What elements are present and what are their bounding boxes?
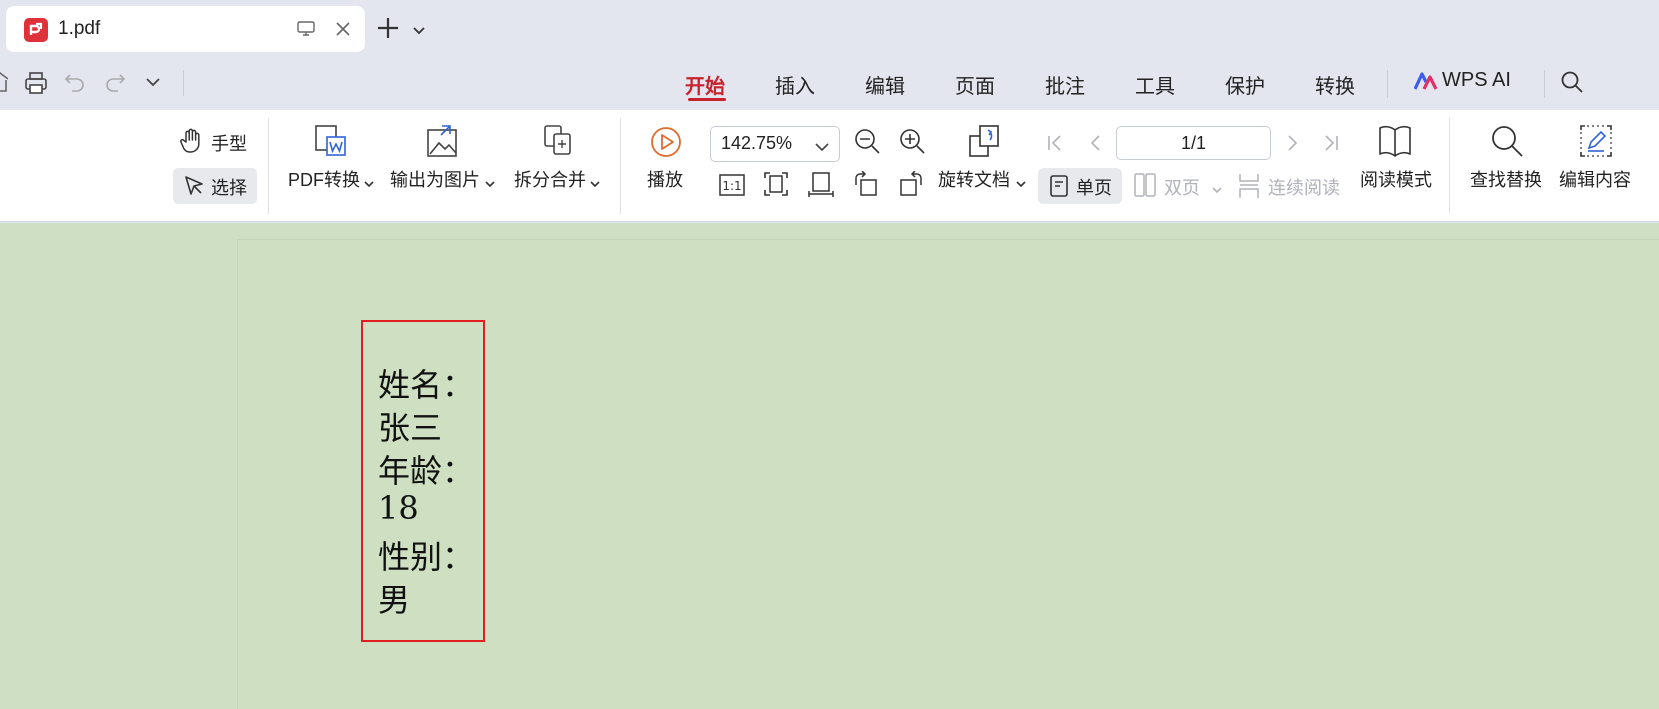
text-line: 18 <box>378 489 419 527</box>
fit-width-icon[interactable] <box>808 171 834 202</box>
text-block[interactable]: 姓名： 张三 年龄： 18 性别： 男 <box>361 320 485 642</box>
rotate-left-icon[interactable] <box>853 170 879 202</box>
previous-page-icon[interactable] <box>1088 134 1102 157</box>
page-number-value: 1/1 <box>1180 133 1207 153</box>
text-line: 年龄： <box>378 452 475 490</box>
new-tab-button[interactable] <box>376 16 400 45</box>
search-icon[interactable] <box>1560 70 1584 99</box>
monitor-icon[interactable] <box>297 21 315 42</box>
cursor-icon <box>183 175 205 202</box>
close-icon[interactable] <box>335 21 351 42</box>
play-icon <box>650 126 682 163</box>
menu-comment[interactable]: 批注 <box>1045 70 1085 99</box>
find-replace-label: 查找替换 <box>1470 170 1542 190</box>
menu-start[interactable]: 开始 <box>685 70 725 99</box>
chevron-down-icon <box>485 176 495 194</box>
wps-ai-icon <box>1413 71 1438 96</box>
text-line: 男 <box>378 581 411 619</box>
last-page-icon[interactable] <box>1322 134 1340 157</box>
edit-content-label: 编辑内容 <box>1559 170 1631 190</box>
chevron-down-icon <box>1016 176 1026 194</box>
single-page-button[interactable]: 单页 <box>1038 168 1122 204</box>
document-tab[interactable]: 1.pdf <box>6 6 365 52</box>
text-line: 姓名： <box>378 366 475 404</box>
text-line: 张三 <box>378 409 443 447</box>
divider <box>1544 70 1545 98</box>
double-page-label: 双页 <box>1164 178 1200 198</box>
single-page-label: 单页 <box>1076 178 1112 198</box>
actual-size-label: 1:1 <box>722 179 741 193</box>
zoom-in-icon[interactable] <box>898 127 926 160</box>
text-line: 性别： <box>378 538 475 576</box>
zoom-out-icon[interactable] <box>853 127 881 160</box>
rotate-document-label: 旋转文档 <box>938 170 1010 190</box>
double-page-icon <box>1134 173 1156 202</box>
menu-edit[interactable]: 编辑 <box>865 70 905 99</box>
divider <box>268 118 269 214</box>
chevron-down-icon[interactable] <box>145 76 161 94</box>
first-page-icon[interactable] <box>1046 134 1064 157</box>
continuous-reading-label: 连续阅读 <box>1268 178 1340 198</box>
next-page-icon[interactable] <box>1286 134 1300 157</box>
select-tool-button[interactable]: 选择 <box>173 168 257 204</box>
menu-insert[interactable]: 插入 <box>775 70 815 99</box>
menu-page[interactable]: 页面 <box>955 70 995 99</box>
divider <box>1387 70 1388 98</box>
chevron-down-icon <box>815 140 829 158</box>
divider <box>183 70 184 96</box>
menu-protect[interactable]: 保护 <box>1225 70 1265 99</box>
export-image-label: 输出为图片 <box>390 170 480 190</box>
split-merge-icon <box>542 124 574 163</box>
home-icon[interactable] <box>0 71 9 98</box>
undo-icon[interactable] <box>64 71 86 98</box>
hand-icon <box>180 128 204 159</box>
search-icon <box>1490 124 1524 163</box>
menu-row: 开始 插入 编辑 页面 批注 工具 保护 转换 WPS AI <box>0 58 1659 110</box>
play-label: 播放 <box>647 170 683 190</box>
pdf-file-icon <box>24 18 48 42</box>
actual-size-icon[interactable]: 1:1 <box>718 173 746 202</box>
print-icon[interactable] <box>24 71 48 100</box>
ribbon-toolbar: 手型 选择 PDF转换 输出为图片 拆分合并 播放 142.75% 1:1 旋转… <box>0 110 1659 222</box>
wps-ai-label: WPS AI <box>1442 69 1511 91</box>
chevron-down-icon <box>364 176 374 194</box>
single-page-icon <box>1048 175 1070 202</box>
image-export-icon <box>426 124 460 163</box>
hand-tool-label: 手型 <box>211 134 247 154</box>
divider <box>620 118 621 214</box>
chevron-down-icon <box>1212 182 1222 200</box>
continuous-reading-icon <box>1238 173 1260 204</box>
book-icon <box>1378 124 1412 163</box>
chevron-down-icon[interactable] <box>412 23 426 41</box>
edit-content-icon <box>1579 124 1613 163</box>
pdf-to-word-icon <box>314 124 348 163</box>
chevron-down-icon <box>590 176 600 194</box>
read-mode-label: 阅读模式 <box>1360 170 1432 190</box>
divider <box>1449 118 1450 214</box>
menu-convert[interactable]: 转换 <box>1315 70 1355 99</box>
menu-tools[interactable]: 工具 <box>1135 70 1175 99</box>
select-tool-label: 选择 <box>211 178 247 198</box>
zoom-select[interactable]: 142.75% <box>710 126 840 162</box>
rotate-document-icon <box>968 124 1002 163</box>
split-merge-label: 拆分合并 <box>514 170 586 190</box>
rotate-right-icon[interactable] <box>898 170 924 202</box>
document-viewport[interactable] <box>0 223 1659 709</box>
pdf-convert-label: PDF转换 <box>288 170 360 190</box>
page-number-input[interactable]: 1/1 <box>1116 126 1271 160</box>
tab-bar: 1.pdf <box>0 0 1659 58</box>
redo-icon[interactable] <box>104 71 126 98</box>
zoom-value: 142.75% <box>721 133 793 153</box>
tab-title: 1.pdf <box>58 18 101 39</box>
fit-page-icon[interactable] <box>763 171 789 202</box>
active-tab-underline <box>688 98 726 101</box>
